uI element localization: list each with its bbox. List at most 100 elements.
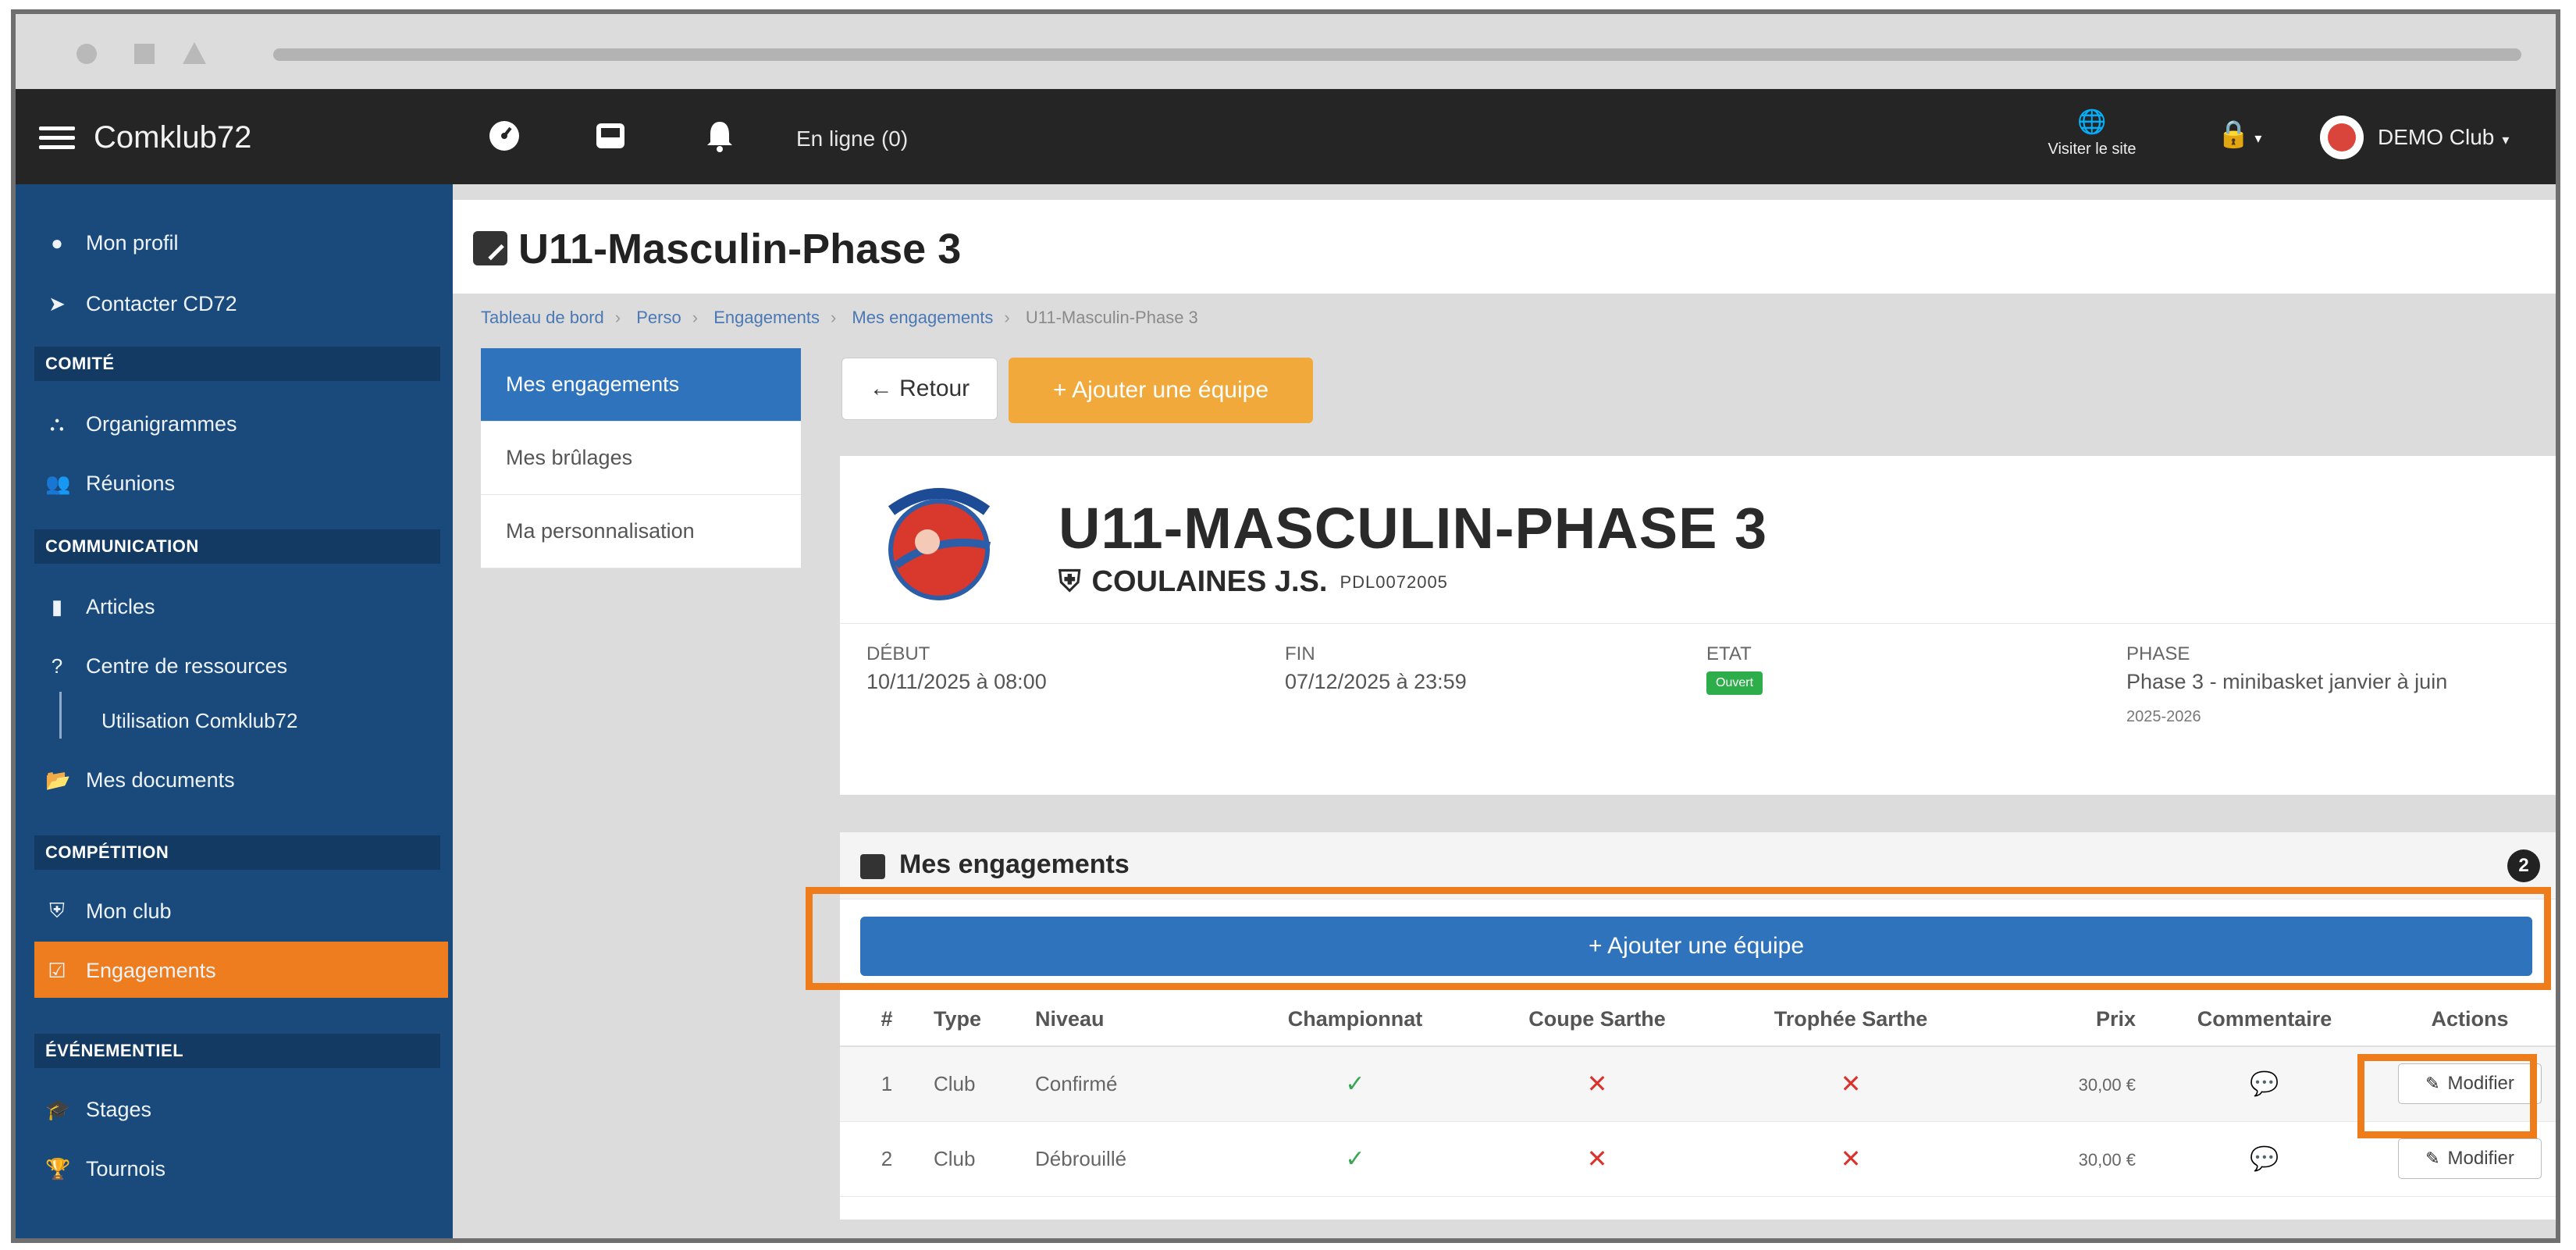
top-navbar: Comklub72 En ligne (0) 🌐 Visiter le site… [16,89,2556,184]
sidebar-item-label: Réunions [86,471,176,495]
check-icon: ✓ [1345,1070,1365,1097]
trophy-icon: 🏆 [45,1156,71,1181]
comments-icon[interactable]: 💬 [2250,1071,2279,1097]
club-avatar[interactable] [2320,116,2364,159]
sidebar-item-mon-club[interactable]: ⛨ Mon club [45,892,172,931]
breadcrumb: Tableau de bord › Perso › Engagements › Mes… [481,308,1198,327]
sidebar-item-stages[interactable]: 🎓 Stages [45,1090,151,1129]
comments-icon[interactable]: 💬 [2250,1146,2279,1172]
fin-label: FIN [1285,643,1315,664]
edit-square-icon [860,854,885,879]
sidebar-section-competition: COMPÉTITION [34,835,440,870]
engagements-submenu: Mes engagements Mes brûlages Ma personna… [481,348,801,568]
shield-icon: ⛨ [49,899,65,922]
club-menu[interactable]: DEMO Club ▾ [2378,125,2509,150]
sidebar-item-contacter[interactable]: ➤ Contacter CD72 [45,284,237,323]
cross-icon: ✕ [1586,1145,1608,1173]
column-header: Championnat [1230,993,1480,1047]
engagements-table: # Type Niveau Championnat Coupe Sarthe T… [840,993,2556,1197]
sidebar-item-label: Mes documents [86,767,235,792]
row-number: 1 [840,1046,934,1122]
breadcrumb-link[interactable]: Tableau de bord [481,308,604,327]
sidebar-item-reunions[interactable]: 👥 Réunions [45,464,175,503]
breadcrumb-link[interactable]: Perso [636,308,681,327]
sidebar-item-mes-documents[interactable]: 📂 Mes documents [45,760,235,800]
status-badge: Ouvert [1706,671,1763,695]
debut-label: DÉBUT [866,643,930,664]
sidebar-item-label: Articles [86,594,155,618]
club-line: ⛨ COULAINES J.S. PDL0072005 [1059,565,1448,599]
visit-site-label: Visiter le site [2048,141,2137,158]
submenu-mes-brulages[interactable]: Mes brûlages [481,422,801,495]
edit-square-icon [473,231,507,265]
etat-label: ETAT [1706,643,1752,664]
column-header: Prix [1987,993,2151,1047]
caret-down-icon: ▾ [2254,130,2262,146]
dashboard-gauge-icon[interactable] [487,119,521,153]
window-triangle-icon[interactable] [183,42,206,64]
window-square-icon[interactable] [134,44,155,64]
users-icon: 👥 [45,471,71,495]
page-title: U11-Masculin-Phase 3 [518,226,962,272]
window-dot-icon[interactable] [76,44,97,64]
etat-field: ETAT Ouvert [1706,643,1763,695]
debut-field: DÉBUT 10/11/2025 à 08:00 [866,643,1047,694]
sidebar-item-tournois[interactable]: 🏆 Tournois [45,1149,165,1188]
breadcrumb-current: U11-Masculin-Phase 3 [1025,308,1198,327]
sitemap-icon: ⛬ [49,411,65,435]
sidebar-item-organigrammes[interactable]: ⛬ Organigrammes [45,404,237,443]
inbox-icon[interactable] [593,119,628,153]
submenu-line [59,692,62,739]
table-row: 1 Club Confirmé ✓ ✕ ✕ 30,00 € 💬 ✎ Modifie… [840,1046,2556,1122]
browser-chrome [16,14,2556,89]
sidebar-section-comite: COMITÉ [34,347,440,381]
cross-icon: ✕ [1840,1070,1862,1099]
add-team-top-button[interactable]: + Ajouter une équipe [1009,358,1313,423]
sidebar: ● Mon profil ➤ Contacter CD72 COMITÉ ⛬ Orga… [16,184,453,1238]
sidebar-item-articles[interactable]: ▮ Articles [45,587,155,626]
visit-site-link[interactable]: 🌐 Visiter le site [2045,109,2139,158]
edit-button[interactable]: ✎ Modifier [2398,1138,2542,1179]
shield-icon: ⛨ [1059,565,1081,598]
fin-value: 07/12/2025 à 23:59 [1285,670,1467,693]
row-niveau: Débrouillé [1035,1121,1230,1197]
row-number: 2 [840,1121,934,1197]
debut-value: 10/11/2025 à 08:00 [866,670,1047,693]
graduation-cap-icon: 🎓 [45,1097,71,1121]
breadcrumb-link[interactable]: Engagements [713,308,820,327]
club-code: PDL0072005 [1340,572,1448,592]
brand-name[interactable]: Comklub72 [94,120,251,155]
column-header: Trophée Sarthe [1714,993,1987,1047]
sidebar-item-label: Mon club [86,899,172,923]
address-bar[interactable] [273,48,2521,61]
bookmark-icon: ▮ [51,594,63,618]
pencil-icon: ✎ [2425,1149,2440,1168]
submenu-mes-engagements[interactable]: Mes engagements [481,348,801,422]
sidebar-item-mon-profil[interactable]: ● Mon profil [45,223,178,262]
sidebar-subitem-utilisation[interactable]: Utilisation Comklub72 [101,701,297,740]
edit-square-icon: ☑ [48,958,66,982]
page-header: U11-Masculin-Phase 3 [453,200,2556,294]
check-icon: ✓ [1345,1145,1365,1172]
bell-icon[interactable] [703,119,737,153]
breadcrumb-link[interactable]: Mes engagements [852,308,993,327]
highlight-add-team [806,887,2551,990]
panel-title: Mes engagements [899,849,1130,879]
row-type: Club [934,1046,1035,1122]
competition-title: U11-MASCULIN-PHASE 3 [1059,496,1768,561]
column-header: Type [934,993,1035,1047]
column-header: Commentaire [2151,993,2378,1047]
column-header: Coupe Sarthe [1480,993,1714,1047]
sidebar-section-communication: COMMUNICATION [34,529,440,564]
back-button[interactable]: ← Retour [841,358,998,420]
online-status[interactable]: En ligne (0) [796,126,908,151]
submenu-ma-personnalisation[interactable]: Ma personnalisation [481,495,801,568]
lock-dropdown[interactable]: 🔒 ▾ [2217,119,2261,150]
club-logo [888,488,991,600]
table-row: 2 Club Débrouillé ✓ ✕ ✕ 30,00 € 💬 ✎ Modif… [840,1121,2556,1197]
card-divider [840,623,2556,624]
sidebar-item-engagements[interactable]: ☑ Engagements [45,951,215,990]
hamburger-menu-icon[interactable] [39,126,75,150]
phase-season: 2025-2026 [2126,708,2201,725]
sidebar-item-centre-ressources[interactable]: ? Centre de ressources [45,646,287,686]
